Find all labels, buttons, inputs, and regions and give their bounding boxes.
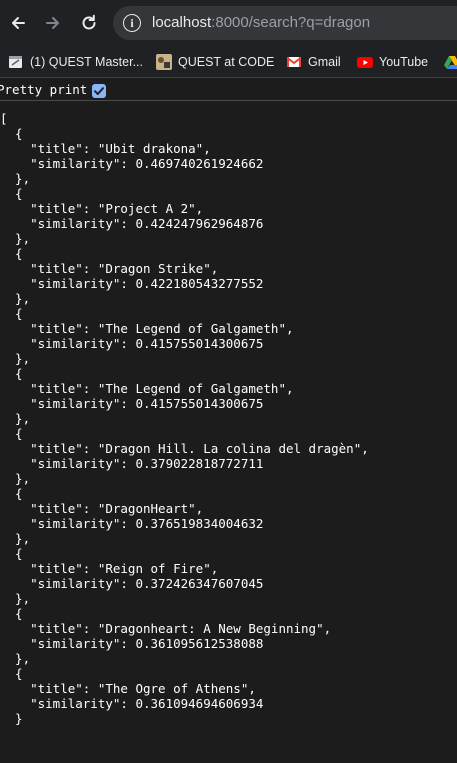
bookmark-label: (1) QUEST Master... [30,55,143,69]
back-button[interactable] [6,11,30,35]
bookmark-overflow[interactable] [444,52,457,72]
youtube-icon [357,54,373,70]
json-line: "title": "Reign of Fire", [0,561,219,576]
json-line: "similarity": 0.361095612538088 [0,636,264,651]
json-line: "similarity": 0.415755014300675 [0,396,264,411]
json-line: { [0,546,23,561]
json-line: }, [0,231,31,246]
json-content: [ { "title": "Ubit drakona", "similarity… [0,111,457,741]
json-line: { [0,666,23,681]
json-line: "similarity": 0.372426347607045 [0,576,264,591]
gmail-icon [286,54,302,70]
checkmark-icon [94,87,104,95]
json-line: { [0,426,23,441]
quest-master-favicon [8,54,24,70]
json-line: "similarity": 0.361094694606934 [0,696,264,711]
bookmark-label: QUEST at CODE [178,55,275,69]
json-line: "similarity": 0.422180543277552 [0,276,264,291]
json-line: "title": "Dragonheart: A New Beginning", [0,621,332,636]
json-line: "title": "Project A 2", [0,201,204,216]
json-line: "title": "Dragon Strike", [0,261,219,276]
arrow-left-icon [12,17,25,29]
bookmark-gmail[interactable]: Gmail [286,52,341,72]
browser-toolbar: i localhost:8000/search?q=dragon [0,0,457,46]
json-line: "title": "Dragon Hill. La colina del dra… [0,441,369,456]
json-line: } [0,711,23,726]
arrow-right-icon [46,17,59,29]
url-path: :8000/search?q=dragon [211,14,371,31]
quest-code-favicon [156,54,172,70]
bookmark-label: YouTube [379,55,429,69]
json-line: }, [0,651,31,666]
url-host: localhost [152,14,212,31]
json-line: }, [0,591,31,606]
json-line: { [0,366,23,381]
json-line: "title": "The Legend of Galgameth", [0,381,294,396]
pretty-print-bar: Pretty print [0,81,457,101]
bookmark-youtube[interactable]: YouTube [357,52,428,72]
json-line: "similarity": 0.379022818772711 [0,456,264,471]
info-icon[interactable]: i [123,14,141,32]
url-text[interactable]: localhost:8000/search?q=dragon [152,14,370,32]
reload-icon [82,14,96,30]
json-line: "title": "DragonHeart", [0,501,204,516]
json-line: }, [0,411,31,426]
json-line: "similarity": 0.376519834004632 [0,516,264,531]
address-bar[interactable]: i localhost:8000/search?q=dragon [113,6,457,40]
json-line: }, [0,171,31,186]
json-line: { [0,306,23,321]
google-drive-icon [444,54,457,70]
json-line: [ [0,111,8,126]
json-line: { [0,486,23,501]
json-line: { [0,186,23,201]
json-line: "title": "Ubit drakona", [0,141,211,156]
json-line: { [0,126,23,141]
json-line: { [0,606,23,621]
bookmark-label: Gmail [308,55,341,69]
reload-button[interactable] [77,11,101,35]
json-line: }, [0,531,31,546]
json-line: }, [0,471,31,486]
json-line: "similarity": 0.424247962964876 [0,216,264,231]
json-line-close [0,726,457,741]
json-line: }, [0,351,31,366]
json-line: "similarity": 0.469740261924662 [0,156,264,171]
json-line: "title": "The Legend of Galgameth", [0,321,294,336]
json-line: "title": "The Ogre of Athens", [0,681,256,696]
pretty-print-label: Pretty print [0,82,88,97]
json-line: }, [0,291,31,306]
bookmark-quest-code[interactable]: QUEST at CODE [156,52,274,72]
forward-button[interactable] [41,11,65,35]
bookmarks-bar: (1) QUEST Master... QUEST at CODE Gmail [0,46,457,78]
bookmark-quest-master[interactable]: (1) QUEST Master... [8,52,143,72]
pretty-print-checkbox[interactable] [92,84,106,98]
json-line: "similarity": 0.415755014300675 [0,336,264,351]
json-line: { [0,246,23,261]
